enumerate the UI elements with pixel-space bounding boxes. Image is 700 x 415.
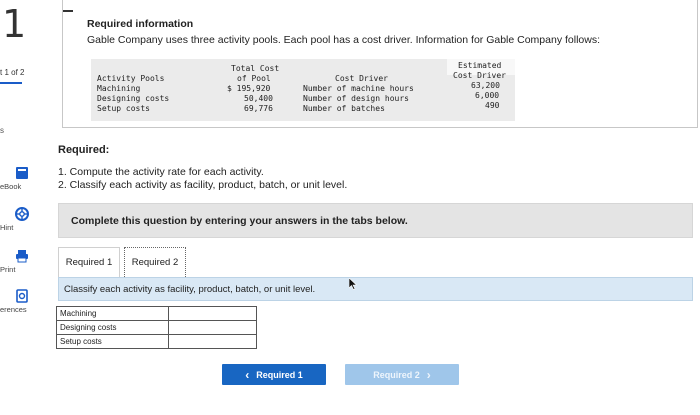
row-label-machining: Machining (56, 306, 169, 321)
col-header-pools: Activity Pools (97, 74, 165, 83)
banner-text: Complete this question by entering your … (71, 215, 408, 227)
required-item-1: 1. Compute the activity rate for each ac… (58, 166, 264, 178)
required-information-card: Required information Gable Company uses … (62, 0, 698, 128)
references-label: erences (0, 305, 27, 314)
lifebuoy-icon (15, 207, 29, 221)
references-button[interactable]: erences (0, 289, 44, 314)
tab-required-1[interactable]: Required 1 (58, 247, 120, 277)
table-row: Setup costs (56, 334, 257, 349)
info-text: Gable Company uses three activity pools.… (87, 34, 601, 46)
classification-input-designing[interactable] (168, 320, 257, 335)
required-item-2: 2. Classify each activity as facility, p… (58, 179, 348, 191)
col-header-est-1: Estimated (458, 61, 502, 70)
row-driver-designing: Number of design hours (303, 94, 409, 103)
prev-required-1-button[interactable]: ‹ Required 1 (222, 364, 326, 385)
row-est-setup: 490 (485, 101, 500, 110)
book-icon (16, 167, 28, 179)
row-label-setup: Setup costs (56, 334, 169, 349)
required-title: Required: (58, 144, 110, 156)
chevron-right-icon: › (426, 367, 431, 382)
ebook-button[interactable]: eBook (0, 166, 44, 191)
row-cost-setup: 69,776 (244, 104, 273, 113)
chevron-left-icon: ‹ (245, 367, 250, 382)
row-label-designing: Designing costs (56, 320, 169, 335)
tab-required-1-label: Required 1 (65, 257, 113, 268)
row-pool-machining: Machining (97, 84, 141, 93)
next-required-2-button[interactable]: Required 2 › (345, 364, 459, 385)
printer-icon (16, 250, 28, 263)
col-header-est-2: Cost Driver (453, 71, 506, 80)
prev-button-label: Required 1 (256, 369, 303, 380)
sidebar: 1 t 1 of 2 s eBook Hint Print erences (0, 0, 44, 415)
info-title: Required information (87, 18, 194, 30)
sidebar-fragment: s (0, 126, 4, 135)
classification-input-setup[interactable] (168, 334, 257, 349)
col-header-cost-2: of Pool (237, 74, 271, 83)
references-icon (16, 289, 28, 303)
tab-required-2[interactable]: Required 2 (124, 247, 186, 277)
row-est-machining: 63,200 (471, 81, 500, 90)
question-number: 1 (2, 2, 27, 46)
row-pool-setup: Setup costs (97, 104, 150, 113)
col-header-driver: Cost Driver (335, 74, 388, 83)
part-indicator: t 1 of 2 (0, 68, 25, 77)
ebook-label: eBook (0, 182, 22, 191)
row-driver-machining: Number of machine hours (303, 84, 414, 93)
row-est-designing: 6,000 (475, 91, 500, 100)
hint-button[interactable]: Hint (0, 207, 44, 232)
card-notch (63, 10, 73, 12)
table-row: Designing costs (56, 320, 257, 335)
task-instruction-bar: Classify each activity as facility, prod… (58, 277, 693, 301)
print-button[interactable]: Print (0, 249, 44, 274)
instruction-banner: Complete this question by entering your … (58, 203, 693, 238)
row-pool-designing: Designing costs (97, 94, 170, 103)
row-driver-setup: Number of batches (303, 104, 385, 113)
tab-required-2-label: Required 2 (131, 257, 179, 268)
print-label: Print (0, 265, 16, 274)
col-header-cost-1: Total Cost (231, 64, 280, 73)
table-row: Machining (56, 306, 257, 321)
classification-table: Machining Designing costs Setup costs (56, 306, 257, 349)
classification-input-machining[interactable] (168, 306, 257, 321)
task-text: Classify each activity as facility, prod… (64, 284, 316, 295)
next-button-label: Required 2 (373, 369, 420, 380)
part-progress-bar (0, 82, 22, 84)
mouse-cursor-icon (349, 278, 357, 290)
hint-label: Hint (0, 223, 14, 232)
row-cost-machining: $ 195,920 (227, 84, 271, 93)
row-cost-designing: 50,400 (244, 94, 273, 103)
activity-pools-table: Activity Pools Total Cost of Pool Cost D… (91, 59, 515, 121)
